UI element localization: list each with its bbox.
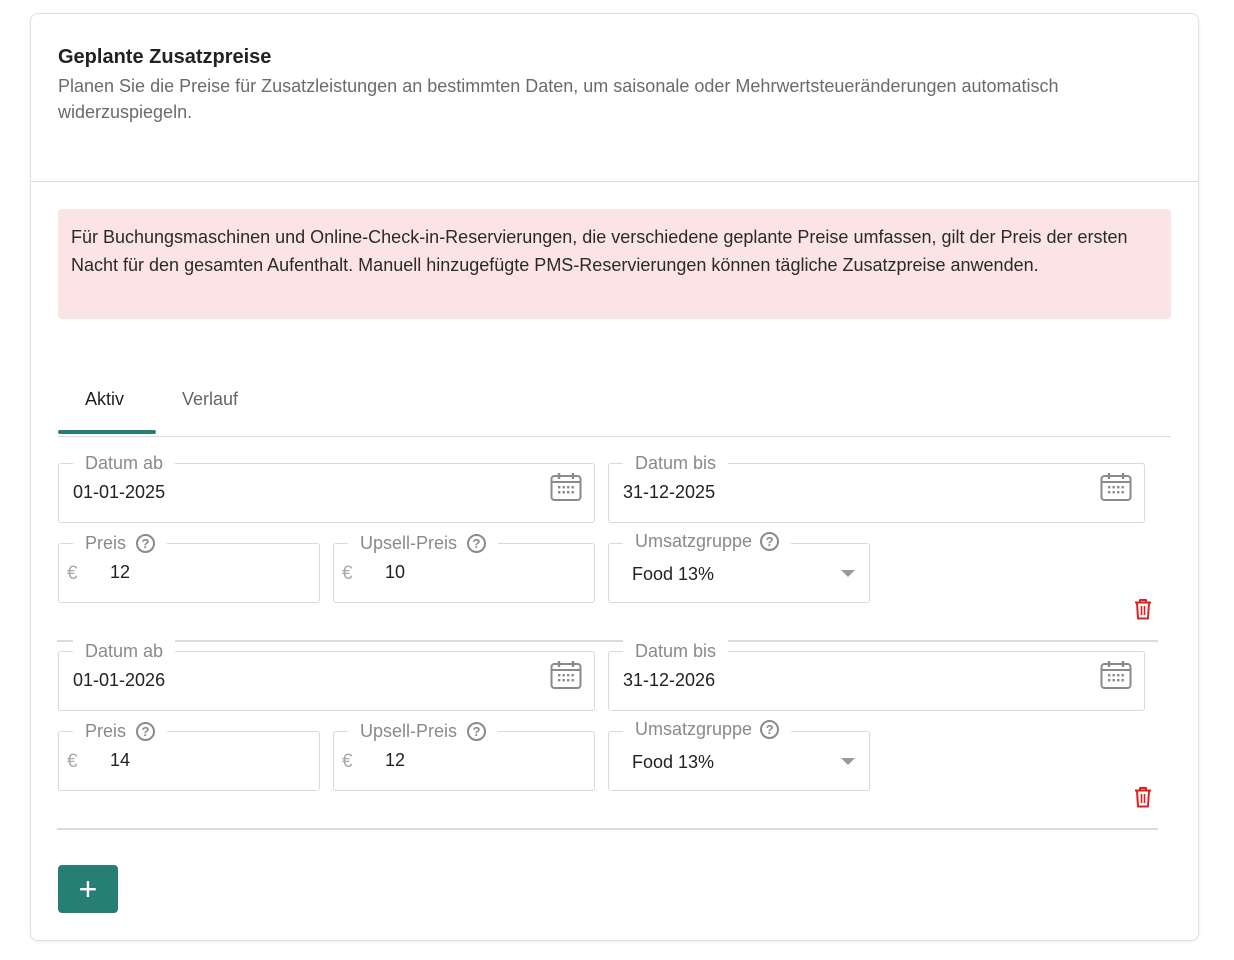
date-to-value: 31-12-2025 [623,482,716,502]
price-value: 14 [110,750,131,770]
revenue-group-select[interactable]: Umsatzgruppe? Food 13% [608,530,870,603]
currency-symbol: € [67,563,78,584]
header-divider [31,181,1198,182]
currency-symbol: € [67,751,78,772]
revenue-group-label-text: Umsatzgruppe [635,719,753,739]
revenue-group-value: Food 13% [632,752,715,772]
price-field[interactable]: Preis? € 12 [58,532,320,603]
add-price-button[interactable]: + [58,865,118,913]
date-from-field[interactable]: Datum ab 01-01-2025 [58,452,595,523]
revenue-group-select[interactable]: Umsatzgruppe? Food 13% [608,718,870,791]
calendar-icon[interactable] [550,660,582,690]
upsell-price-value: 12 [385,750,406,770]
upsell-price-field[interactable]: Upsell-Preis? € 10 [333,532,595,603]
delete-icon[interactable] [1133,786,1153,808]
help-icon[interactable]: ? [760,719,780,739]
card-title: Geplante Zusatzpreise [58,46,272,68]
chevron-down-icon[interactable] [841,570,855,577]
revenue-group-value: Food 13% [632,564,715,584]
calendar-icon[interactable] [1100,660,1132,690]
row-divider [57,828,1158,830]
tab-verlauf[interactable]: Verlauf [182,389,238,410]
help-icon[interactable]: ? [467,533,487,553]
card-description: Planen Sie die Preise für Zusatzleistung… [58,76,1059,122]
price-value: 12 [110,562,131,582]
help-icon[interactable]: ? [467,721,487,741]
date-to-field[interactable]: Datum bis 31-12-2025 [608,452,1145,523]
active-tab-indicator [58,430,156,434]
revenue-group-label-text: Umsatzgruppe [635,531,753,551]
delete-icon[interactable] [1133,598,1153,620]
price-field[interactable]: Preis? € 14 [58,720,320,791]
price-label: Preis? [73,532,168,554]
info-alert: Für Buchungsmaschinen und Online-Check-i… [58,209,1171,319]
upsell-price-label-text: Upsell-Preis [360,533,458,553]
tab-bar: Aktiv Verlauf [58,374,1171,437]
chevron-down-icon[interactable] [841,758,855,765]
price-label-text: Preis [85,533,127,553]
upsell-price-field[interactable]: Upsell-Preis? € 12 [333,720,595,791]
revenue-group-label: Umsatzgruppe? [623,718,792,740]
help-icon[interactable]: ? [136,721,156,741]
calendar-icon[interactable] [1100,472,1132,502]
upsell-price-label: Upsell-Preis? [348,532,499,554]
currency-symbol: € [342,751,353,772]
date-from-field[interactable]: Datum ab 01-01-2026 [58,640,595,711]
tab-aktiv[interactable]: Aktiv [85,389,124,410]
date-from-label: Datum ab [73,640,176,662]
date-to-label: Datum bis [623,640,729,662]
upsell-price-label-text: Upsell-Preis [360,721,458,741]
row-divider [57,640,1158,642]
date-from-value: 01-01-2025 [73,482,166,502]
date-to-field[interactable]: Datum bis 31-12-2026 [608,640,1145,711]
date-from-value: 01-01-2026 [73,670,166,690]
revenue-group-label: Umsatzgruppe? [623,530,792,552]
date-to-value: 31-12-2026 [623,670,716,690]
price-label: Preis? [73,720,168,742]
help-icon[interactable]: ? [136,533,156,553]
upsell-price-label: Upsell-Preis? [348,720,499,742]
price-label-text: Preis [85,721,127,741]
date-to-label: Datum bis [623,452,729,474]
date-from-label: Datum ab [73,452,176,474]
calendar-icon[interactable] [550,472,582,502]
help-icon[interactable]: ? [760,531,780,551]
upsell-price-value: 10 [385,562,406,582]
currency-symbol: € [342,563,353,584]
